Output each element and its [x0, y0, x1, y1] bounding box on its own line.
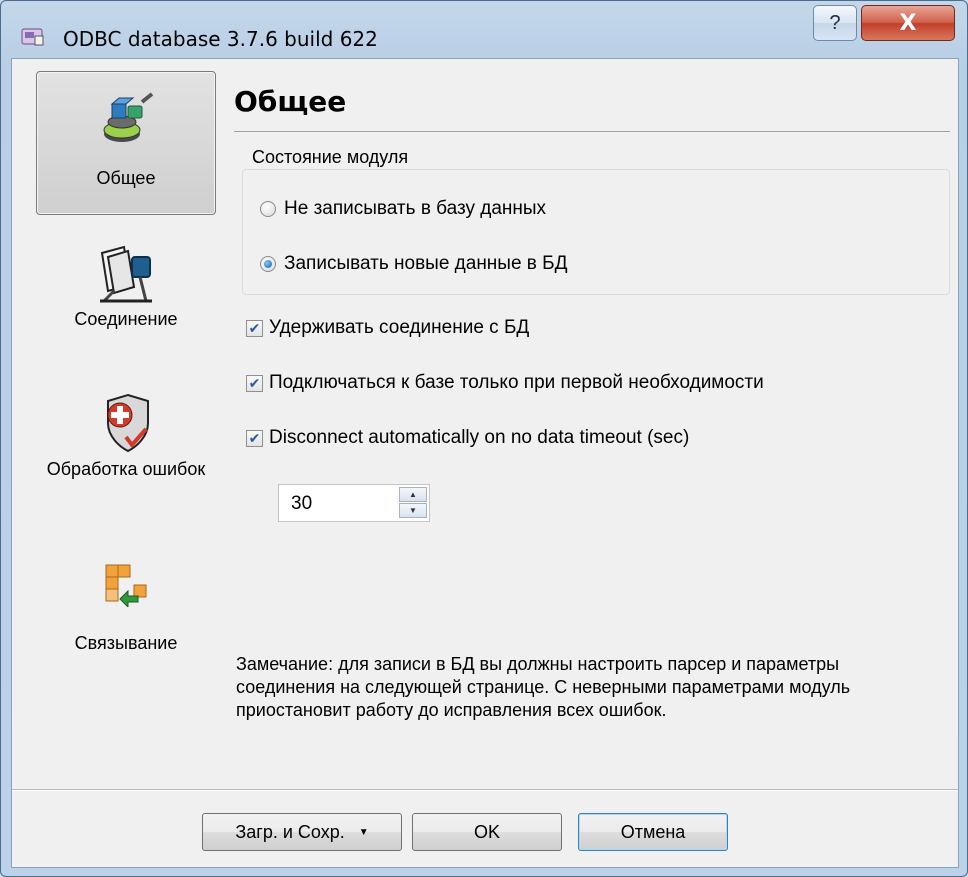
sidebar-item-label: Обработка ошибок	[46, 459, 206, 479]
binding-icon	[105, 564, 147, 607]
sidebar-item-label: Соединение	[74, 309, 178, 329]
sidebar-item-label: Общее	[96, 168, 156, 188]
help-button[interactable]: ?	[813, 5, 857, 41]
checkbox-label: Удерживать соединение с БД	[269, 317, 530, 338]
arrow-down-icon: ▼	[409, 506, 417, 515]
timeout-input[interactable]: 30	[291, 493, 312, 515]
load-save-label: Загр. и Сохр.	[235, 821, 345, 842]
close-icon: X	[899, 10, 917, 36]
checkbox[interactable]: ✔	[246, 429, 263, 447]
error-handling-icon	[107, 393, 149, 453]
checkbox[interactable]: ✔	[246, 319, 263, 337]
general-settings-icon	[103, 92, 154, 142]
cancel-label: Отмена	[620, 821, 686, 842]
radio-label: Записывать новые данные в БД	[284, 253, 568, 274]
timeout-spinbox[interactable]: 30 ▲ ▼	[278, 484, 430, 522]
load-save-button[interactable]: Загр. и Сохр. ▼	[202, 813, 402, 851]
spin-up-button[interactable]: ▲	[399, 487, 427, 502]
radio-button[interactable]	[260, 256, 276, 272]
checkbox-keep-connection[interactable]: ✔ Удерживать соединение с БД	[246, 317, 529, 339]
checkbox-label: Подключаться к базе только при первой не…	[269, 372, 764, 393]
ok-label: OK	[473, 821, 500, 842]
ok-button[interactable]: OK	[412, 813, 562, 851]
cancel-button[interactable]: Отмена	[578, 813, 728, 851]
settings-panel: Общее Состояние модуля Не записывать в б…	[234, 59, 958, 789]
footer-divider-highlight	[12, 790, 958, 791]
page-title: Общее	[234, 85, 347, 118]
sidebar-item-general[interactable]: Общее	[36, 71, 216, 215]
sidebar-item-connection[interactable]: Соединение	[36, 229, 216, 373]
note-text: Замечание: для записи в БД вы должны нас…	[236, 654, 851, 720]
module-state-group	[242, 169, 950, 295]
sidebar-item-label: Связывание	[74, 633, 178, 653]
dialog-client-area: Общее Соединение Обработка ошибок Связыв…	[11, 58, 959, 868]
radio-write-new-data[interactable]: Записывать новые данные в БД	[260, 253, 568, 275]
checkbox-connect-on-demand[interactable]: ✔ Подключаться к базе только при первой …	[246, 372, 764, 394]
spin-down-button[interactable]: ▼	[399, 503, 427, 518]
close-button[interactable]: X	[861, 5, 955, 41]
checkbox-auto-disconnect[interactable]: ✔ Disconnect automatically on no data ti…	[246, 427, 689, 449]
title-bar[interactable]: ODBC database 3.7.6 build 622 ? X	[1, 1, 967, 57]
checkbox[interactable]: ✔	[246, 374, 263, 392]
sidebar-item-binding[interactable]: Связывание	[36, 545, 216, 689]
app-icon	[21, 28, 44, 46]
sidebar: Общее Соединение Обработка ошибок Связыв…	[12, 59, 226, 789]
connection-icon	[100, 245, 152, 303]
help-icon: ?	[829, 11, 841, 34]
spin-buttons: ▲ ▼	[399, 487, 427, 519]
sidebar-item-error-handling[interactable]: Обработка ошибок	[36, 389, 216, 533]
title-divider	[234, 131, 950, 132]
radio-do-not-write[interactable]: Не записывать в базу данных	[260, 198, 546, 220]
dropdown-arrow-icon: ▼	[358, 826, 369, 838]
module-state-legend: Состояние модуля	[250, 147, 411, 168]
arrow-up-icon: ▲	[409, 490, 417, 499]
radio-label: Не записывать в базу данных	[284, 198, 547, 219]
dialog-window: ODBC database 3.7.6 build 622 ? X Общее	[0, 0, 968, 877]
radio-button[interactable]	[260, 201, 276, 217]
window-title: ODBC database 3.7.6 build 622	[63, 27, 378, 51]
checkbox-label: Disconnect automatically on no data time…	[269, 427, 690, 448]
